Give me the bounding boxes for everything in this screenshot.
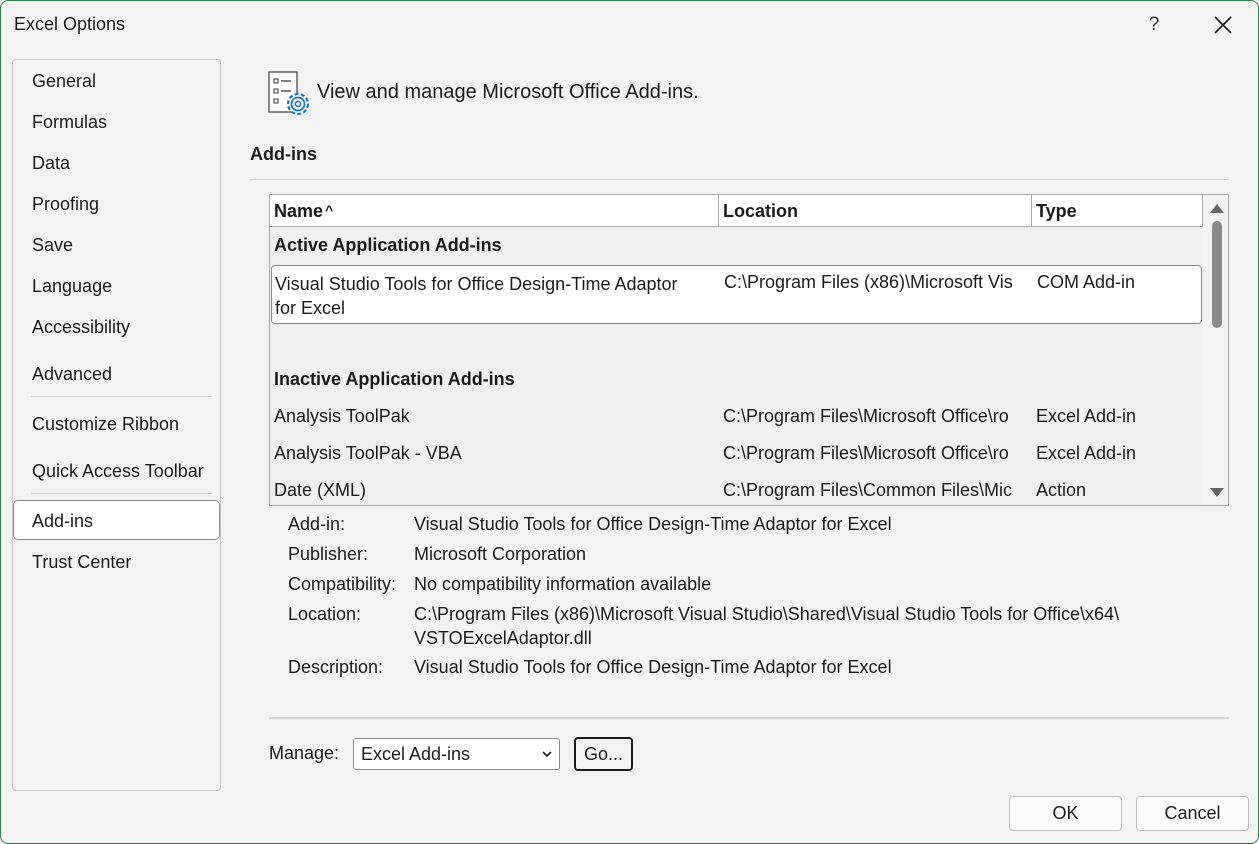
detail-description-value: Visual Studio Tools for Office Design-Ti… — [414, 657, 892, 677]
addins-list[interactable]: Name ^ Location Type Active Application A… — [269, 194, 1229, 506]
go-button[interactable]: Go... — [574, 737, 633, 771]
detail-location-value-line1: C:\Program Files (x86)\Microsoft Visual … — [414, 604, 1119, 624]
sidebar-item-customize-ribbon[interactable]: Customize Ribbon — [13, 404, 220, 444]
sidebar-item-quick-access-toolbar[interactable]: Quick Access Toolbar — [13, 451, 220, 491]
options-sidebar: General Formulas Data Proofing Save Lang… — [12, 59, 221, 791]
detail-addin-label: Add-in: — [288, 514, 346, 534]
excel-options-dialog: Excel Options ? General Formulas Data Pr… — [0, 0, 1259, 844]
table-row[interactable]: Analysis ToolPak - VBA C:\Program Files\… — [270, 443, 1203, 473]
addin-name-line1: Visual Studio Tools for Office Design-Ti… — [275, 274, 678, 294]
addin-name-line2: for Excel — [275, 298, 346, 318]
scroll-thumb[interactable] — [1212, 221, 1222, 328]
detail-addin-value: Visual Studio Tools for Office Design-Ti… — [414, 514, 892, 534]
addin-name: Analysis ToolPak — [274, 406, 410, 426]
column-header-name[interactable]: Name ^ — [270, 195, 719, 226]
manage-label: Manage: — [269, 743, 340, 763]
help-button[interactable]: ? — [1139, 9, 1169, 41]
sidebar-item-formulas[interactable]: Formulas — [13, 102, 220, 142]
table-row[interactable]: Analysis ToolPak C:\Program Files\Micros… — [270, 406, 1203, 436]
addins-list-body: Name ^ Location Type Active Application A… — [270, 195, 1203, 505]
sidebar-item-language[interactable]: Language — [13, 266, 220, 306]
sidebar-divider — [31, 493, 212, 494]
detail-publisher-label: Publisher: — [288, 544, 369, 564]
addins-settings-icon — [267, 70, 311, 123]
column-header-name-label: Name — [274, 201, 324, 221]
section-title: Add-ins — [250, 144, 317, 164]
addin-type: COM Add-in — [1037, 272, 1136, 292]
section-divider — [250, 179, 1229, 180]
addin-type: Excel Add-in — [1036, 406, 1137, 426]
cancel-button[interactable]: Cancel — [1136, 796, 1249, 831]
addin-name: Visual Studio Tools for Office Design-Ti… — [275, 272, 678, 320]
close-button[interactable] — [1206, 9, 1240, 41]
addin-location: C:\Program Files (x86)\Microsoft Vis — [724, 272, 1013, 292]
detail-compatibility-value: No compatibility information available — [414, 574, 712, 594]
vertical-scrollbar[interactable] — [1204, 195, 1228, 505]
detail-description-label: Description: — [288, 657, 384, 677]
addin-location: C:\Program Files\Microsoft Office\ro — [723, 406, 1009, 426]
addin-location: C:\Program Files\Common Files\Mic — [723, 480, 1013, 500]
addin-type: Excel Add-in — [1036, 443, 1137, 463]
sidebar-item-accessibility[interactable]: Accessibility — [13, 307, 220, 347]
addin-name: Analysis ToolPak - VBA — [274, 443, 462, 463]
window-title: Excel Options — [14, 14, 126, 34]
sidebar-divider — [31, 396, 212, 397]
table-row[interactable]: Date (XML) C:\Program Files\Common Files… — [270, 480, 1203, 505]
sidebar-item-save[interactable]: Save — [13, 225, 220, 265]
sidebar-item-general[interactable]: General — [13, 61, 220, 101]
addin-location: C:\Program Files\Microsoft Office\ro — [723, 443, 1009, 463]
detail-location-value-line2: VSTOExcelAdaptor.dll — [414, 628, 592, 648]
table-row[interactable]: Visual Studio Tools for Office Design-Ti… — [271, 265, 1202, 324]
ok-button[interactable]: OK — [1009, 796, 1122, 831]
sidebar-item-proofing[interactable]: Proofing — [13, 184, 220, 224]
sidebar-item-add-ins[interactable]: Add-ins — [13, 500, 220, 540]
detail-location-label: Location: — [288, 604, 362, 624]
sidebar-item-data[interactable]: Data — [13, 143, 220, 183]
detail-compatibility-label: Compatibility: — [288, 574, 397, 594]
addin-name: Date (XML) — [274, 480, 367, 500]
sort-ascending-icon: ^ — [325, 202, 334, 218]
scroll-up-arrow-icon[interactable] — [1210, 204, 1224, 213]
details-divider — [269, 717, 1229, 719]
column-header-type[interactable]: Type — [1032, 195, 1203, 226]
sidebar-item-advanced[interactable]: Advanced — [13, 354, 220, 394]
sidebar-item-trust-center[interactable]: Trust Center — [13, 542, 220, 582]
title-bar: Excel Options ? — [1, 1, 1258, 51]
manage-dropdown-value: Excel Add-ins — [361, 744, 471, 764]
page-heading: View and manage Microsoft Office Add-ins… — [317, 81, 699, 103]
scroll-down-arrow-icon[interactable] — [1210, 488, 1224, 497]
addin-type: Action — [1036, 480, 1087, 500]
group-header-active: Active Application Add-ins — [274, 235, 502, 255]
chevron-down-icon — [542, 751, 552, 758]
column-header-location[interactable]: Location — [719, 195, 1032, 226]
addins-list-header: Name ^ Location Type — [270, 195, 1203, 227]
detail-publisher-value: Microsoft Corporation — [414, 544, 587, 564]
manage-dropdown[interactable]: Excel Add-ins — [353, 738, 560, 770]
close-icon — [1214, 16, 1232, 34]
group-header-inactive: Inactive Application Add-ins — [274, 369, 515, 389]
